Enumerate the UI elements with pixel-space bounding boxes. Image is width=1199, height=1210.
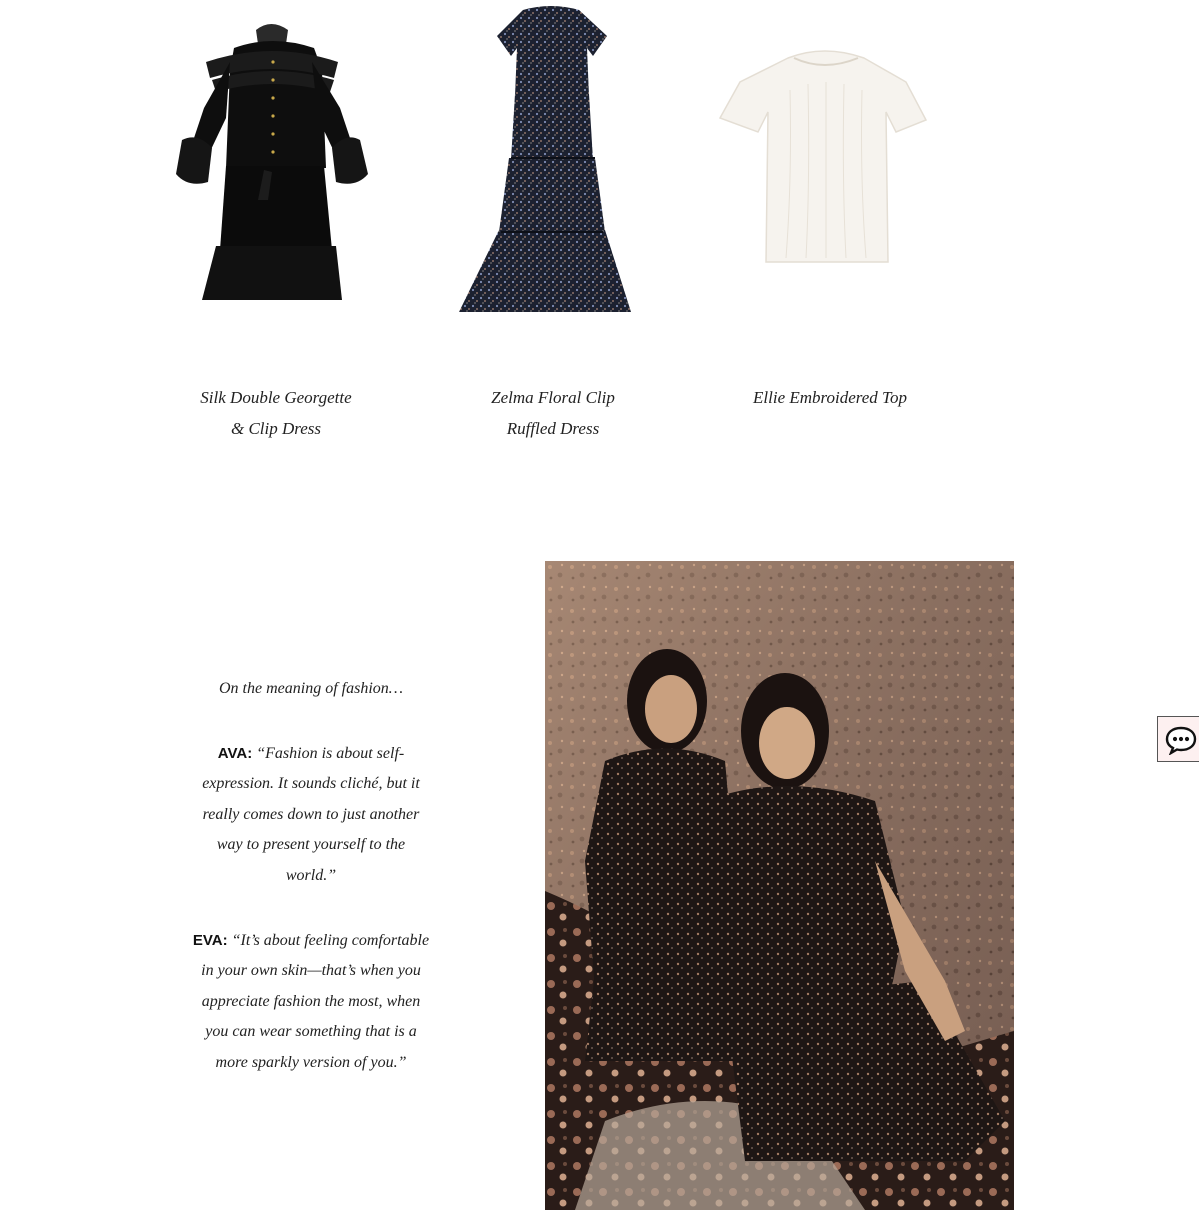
speaker-label: AVA: (217, 744, 253, 762)
product-name-line1[interactable]: Ellie Embroidered Top (700, 382, 960, 413)
product-name[interactable]: Zelma Floral Clip Ruffled Dress (423, 382, 683, 444)
product-name-line2[interactable]: Ruffled Dress (423, 413, 683, 444)
black-ruffle-dress-image[interactable] (146, 0, 406, 330)
chat-widget-button[interactable] (1157, 716, 1199, 762)
product-name[interactable]: Silk Double Georgette & Clip Dress (146, 382, 406, 444)
product-name-line1[interactable]: Silk Double Georgette (146, 382, 406, 413)
product-name-line1[interactable]: Zelma Floral Clip (423, 382, 683, 413)
two-women-floral-dresses-photo (545, 561, 1014, 1210)
speaker-label: EVA: (192, 931, 228, 949)
floral-maxi-dress-image[interactable] (423, 0, 683, 330)
quote-text: “Fashion is about self-expression. It so… (202, 744, 420, 884)
product-name-line2[interactable]: & Clip Dress (146, 413, 406, 444)
white-embroidered-top-image[interactable] (700, 0, 960, 330)
quote-ava: AVA: “Fashion is about self-expression. … (190, 739, 432, 892)
quote-text: “It’s about feeling comfortable in your … (201, 931, 430, 1071)
interview-intro: On the meaning of fashion… (219, 680, 403, 697)
quote-eva: EVA: “It’s about feeling comfortable in … (190, 926, 432, 1079)
interview-quotes: On the meaning of fashion… AVA: “Fashion… (190, 674, 432, 1079)
product-name[interactable]: Ellie Embroidered Top (700, 382, 960, 413)
